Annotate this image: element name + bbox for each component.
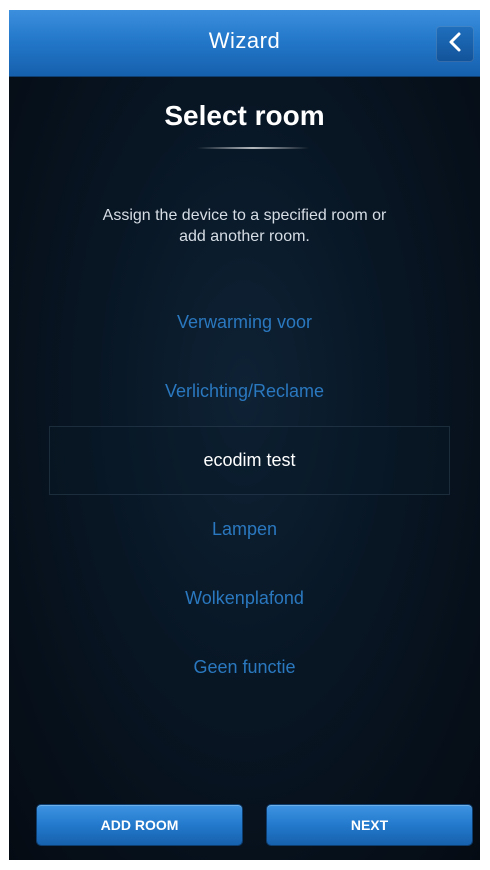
room-item-ecodim-test[interactable]: ecodim test [49,426,450,495]
next-button[interactable]: NEXT [267,805,472,845]
back-button[interactable] [436,26,474,62]
room-item-verlichting-reclame[interactable]: Verlichting/Reclame [9,357,480,426]
title-divider [197,147,309,149]
add-room-button[interactable]: ADD ROOM [37,805,242,845]
instruction-text: Assign the device to a specified room or… [59,205,430,247]
header-title: Wizard [208,28,281,53]
room-item-verwarming-voor[interactable]: Verwarming voor [9,288,480,357]
header-bar: Wizard [9,10,480,77]
room-item-lampen[interactable]: Lampen [9,495,480,564]
room-item-geen-functie[interactable]: Geen functie [9,633,480,702]
chevron-left-icon [447,31,463,58]
instruction-line-1: Assign the device to a specified room or [102,207,387,224]
page-title: Select room [164,100,325,131]
wizard-screen: Wizard Select room Assign the device to … [9,10,480,860]
room-item-wolkenplafond[interactable]: Wolkenplafond [9,564,480,633]
instruction-line-2: add another room. [179,228,310,245]
room-list: Verwarming voor Verlichting/Reclame ecod… [9,288,480,702]
